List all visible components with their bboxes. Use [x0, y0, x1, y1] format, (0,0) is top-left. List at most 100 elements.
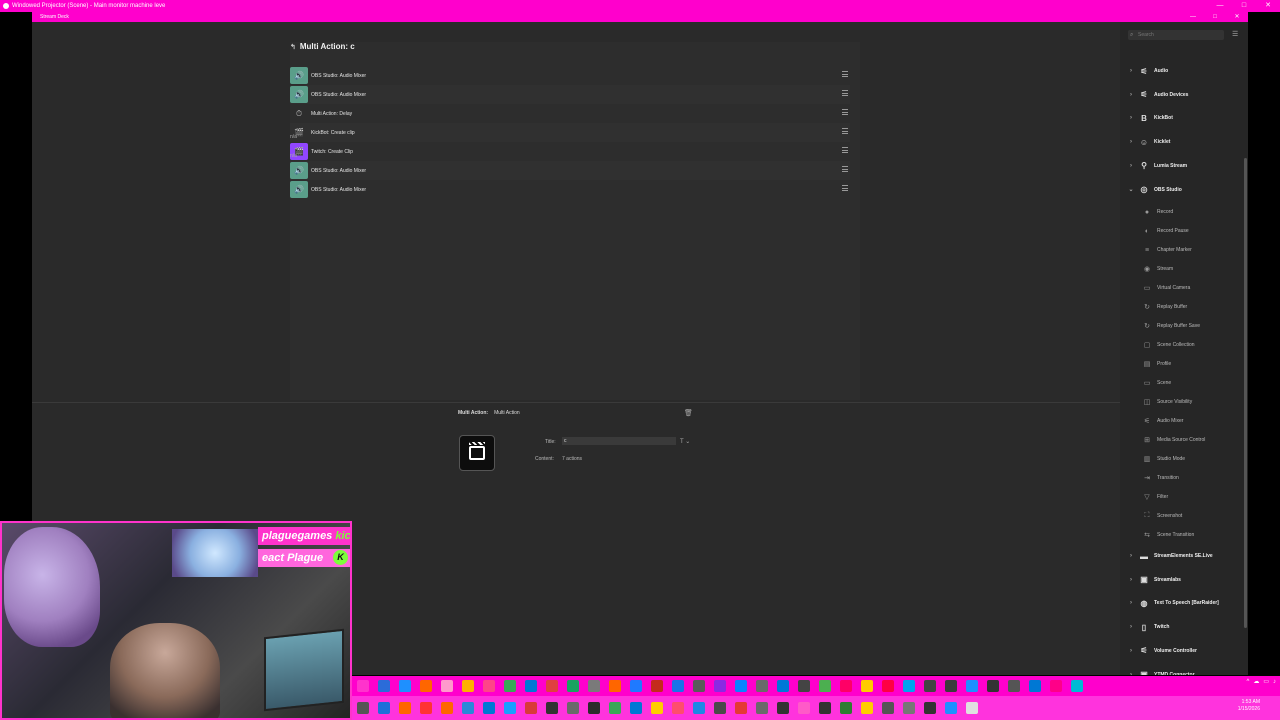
obs-action-studio-mode[interactable]: ▥ Studio Mode — [1120, 452, 1242, 466]
taskbar-bottom-app-icon[interactable] — [881, 702, 894, 714]
taskbar-top-app-icon[interactable] — [398, 680, 411, 692]
taskbar-bottom-app-icon[interactable] — [692, 702, 705, 714]
taskbar-bottom-app-icon[interactable] — [650, 702, 663, 714]
taskbar-bottom-app-icon[interactable] — [482, 702, 495, 714]
action-row[interactable]: 🔊 OBS Studio: Audio Mixer — [290, 161, 850, 180]
taskbar-bottom-app-icon[interactable] — [923, 702, 936, 714]
taskbar-top-app-icon[interactable] — [881, 680, 894, 692]
taskbar-bottom-app-icon[interactable] — [713, 702, 726, 714]
taskbar-bottom-app-icon[interactable] — [587, 702, 600, 714]
taskbar-bottom-app-icon[interactable] — [776, 702, 789, 714]
taskbar-top-app-icon[interactable] — [524, 680, 537, 692]
obs-action-scene-collection[interactable]: ▢ Scene Collection — [1120, 338, 1242, 352]
taskbar-top-app-icon[interactable] — [776, 680, 789, 692]
taskbar-bottom-app-icon[interactable] — [944, 702, 957, 714]
category-lumia-stream[interactable]: › ⚲ Lumia Stream — [1120, 159, 1242, 173]
taskbar-top-app-icon[interactable] — [839, 680, 852, 692]
obs-action-stream[interactable]: ◉ Stream — [1120, 262, 1242, 276]
minimize-button[interactable]: — — [1208, 0, 1232, 12]
taskbar-bottom-app-icon[interactable] — [902, 702, 915, 714]
taskbar-bottom-app-icon[interactable] — [755, 702, 768, 714]
app-maximize-button[interactable]: □ — [1204, 12, 1226, 22]
taskbar-bottom-app-icon[interactable] — [965, 702, 978, 714]
obs-action-media-source-control[interactable]: ⊞ Media Source Control — [1120, 433, 1242, 447]
app-close-button[interactable]: ✕ — [1226, 12, 1248, 22]
category-twitch[interactable]: › ▯ Twitch — [1120, 620, 1242, 634]
obs-action-virtual-camera[interactable]: ▭ Virtual Camera — [1120, 281, 1242, 295]
title-format-icon[interactable]: T ⌄ — [680, 438, 690, 445]
taskbar-top-app-icon[interactable] — [923, 680, 936, 692]
taskbar-bottom-app-icon[interactable] — [818, 702, 831, 714]
category-text-to-speech-barraider-[interactable]: › ◍ Text To Speech [BarRaider] — [1120, 596, 1242, 610]
back-icon[interactable]: ↰ — [290, 43, 296, 51]
taskbar-bottom-app-icon[interactable] — [377, 702, 390, 714]
obs-action-replay-buffer[interactable]: ↻ Replay Buffer — [1120, 300, 1242, 314]
tray-chevron-icon[interactable]: ^ — [1247, 679, 1250, 685]
tray-network-icon[interactable]: ▭ — [1263, 678, 1269, 685]
taskbar-top-app-icon[interactable] — [650, 680, 663, 692]
taskbar-bottom-app-icon[interactable] — [545, 702, 558, 714]
category-streamlabs[interactable]: › ▣ Streamlabs — [1120, 573, 1242, 587]
action-row[interactable]: 🔊 OBS Studio: Audio Mixer — [290, 180, 850, 199]
taskbar-bottom-app-icon[interactable] — [461, 702, 474, 714]
obs-action-profile[interactable]: ▤ Profile — [1120, 357, 1242, 371]
app-minimize-button[interactable]: — — [1182, 12, 1204, 22]
title-input[interactable] — [562, 437, 676, 445]
taskbar-top-app-icon[interactable] — [734, 680, 747, 692]
taskbar-top-app-icon[interactable] — [692, 680, 705, 692]
drag-handle-icon[interactable] — [842, 90, 848, 96]
taskbar-bottom-app-icon[interactable] — [860, 702, 873, 714]
taskbar-bottom-app-icon[interactable] — [398, 702, 411, 714]
taskbar-top-app-icon[interactable] — [755, 680, 768, 692]
taskbar-top-app-icon[interactable] — [503, 680, 516, 692]
taskbar-top-app-icon[interactable] — [860, 680, 873, 692]
taskbar-top-app-icon[interactable] — [965, 680, 978, 692]
action-row[interactable]: 🔊 OBS Studio: Audio Mixer — [290, 66, 850, 85]
drag-handle-icon[interactable] — [842, 109, 848, 115]
category-audio[interactable]: › ⚟ Audio — [1120, 64, 1242, 78]
trash-icon[interactable]: 🗑 — [684, 409, 693, 417]
taskbar-top-app-icon[interactable] — [482, 680, 495, 692]
maximize-button[interactable]: □ — [1232, 0, 1256, 12]
taskbar-top-app-icon[interactable] — [671, 680, 684, 692]
taskbar-bottom-app-icon[interactable] — [566, 702, 579, 714]
category-volume-controller[interactable]: › ⚟ Volume Controller — [1120, 644, 1242, 658]
taskbar-bottom-app-icon[interactable] — [440, 702, 453, 714]
taskbar-top-app-icon[interactable] — [902, 680, 915, 692]
obs-action-record-pause[interactable]: ◐ Record Pause — [1120, 224, 1242, 238]
taskbar-top-app-icon[interactable] — [629, 680, 642, 692]
action-row[interactable]: ⏱ Multi Action: Delay — [290, 104, 850, 123]
taskbar-bottom-app-icon[interactable] — [524, 702, 537, 714]
taskbar-top-app-icon[interactable] — [1070, 680, 1083, 692]
category-audio-devices[interactable]: › ⚟ Audio Devices — [1120, 88, 1242, 102]
obs-action-audio-mixer[interactable]: ⚟ Audio Mixer — [1120, 414, 1242, 428]
drag-handle-icon[interactable] — [842, 128, 848, 134]
action-row[interactable]: 🔊 OBS Studio: Audio Mixer — [290, 85, 850, 104]
taskbar-bottom-app-icon[interactable] — [419, 702, 432, 714]
category-ytmd-connector[interactable]: › ▣ YTMD Connector — [1120, 668, 1242, 675]
taskbar-top-app-icon[interactable] — [818, 680, 831, 692]
category-streamelements-se-live[interactable]: › ▬ StreamElements SE.Live — [1120, 549, 1242, 563]
tray-volume-icon[interactable]: ♪ — [1273, 679, 1276, 685]
taskbar-top-app-icon[interactable] — [713, 680, 726, 692]
obs-action-filter[interactable]: ▽ Filter — [1120, 490, 1242, 504]
taskbar-top-app-icon[interactable] — [1007, 680, 1020, 692]
taskbar-bottom-app-icon[interactable] — [608, 702, 621, 714]
clock[interactable]: 1:53 AM 1/15/2026 — [1238, 699, 1260, 713]
action-row[interactable]: 🎬 KickBot: Create clip n/a — [290, 123, 850, 142]
key-preview[interactable] — [459, 435, 495, 471]
taskbar-top-app-icon[interactable] — [461, 680, 474, 692]
obs-action-source-visibility[interactable]: ◫ Source Visibility — [1120, 395, 1242, 409]
taskbar-top-app-icon[interactable] — [545, 680, 558, 692]
obs-action-replay-buffer-save[interactable]: ↻ Replay Buffer Save — [1120, 319, 1242, 333]
action-row[interactable]: 🎬 Twitch: Create Clip n/a — [290, 142, 850, 161]
sidebar-scrollbar[interactable] — [1244, 158, 1247, 628]
taskbar-bottom-app-icon[interactable] — [629, 702, 642, 714]
obs-action-record[interactable]: ● Record — [1120, 205, 1242, 219]
taskbar-bottom-app-icon[interactable] — [734, 702, 747, 714]
drag-handle-icon[interactable] — [842, 185, 848, 191]
taskbar-top-app-icon[interactable] — [377, 680, 390, 692]
obs-action-scene[interactable]: ▭ Scene — [1120, 376, 1242, 390]
drag-handle-icon[interactable] — [842, 147, 848, 153]
taskbar-top-app-icon[interactable] — [944, 680, 957, 692]
